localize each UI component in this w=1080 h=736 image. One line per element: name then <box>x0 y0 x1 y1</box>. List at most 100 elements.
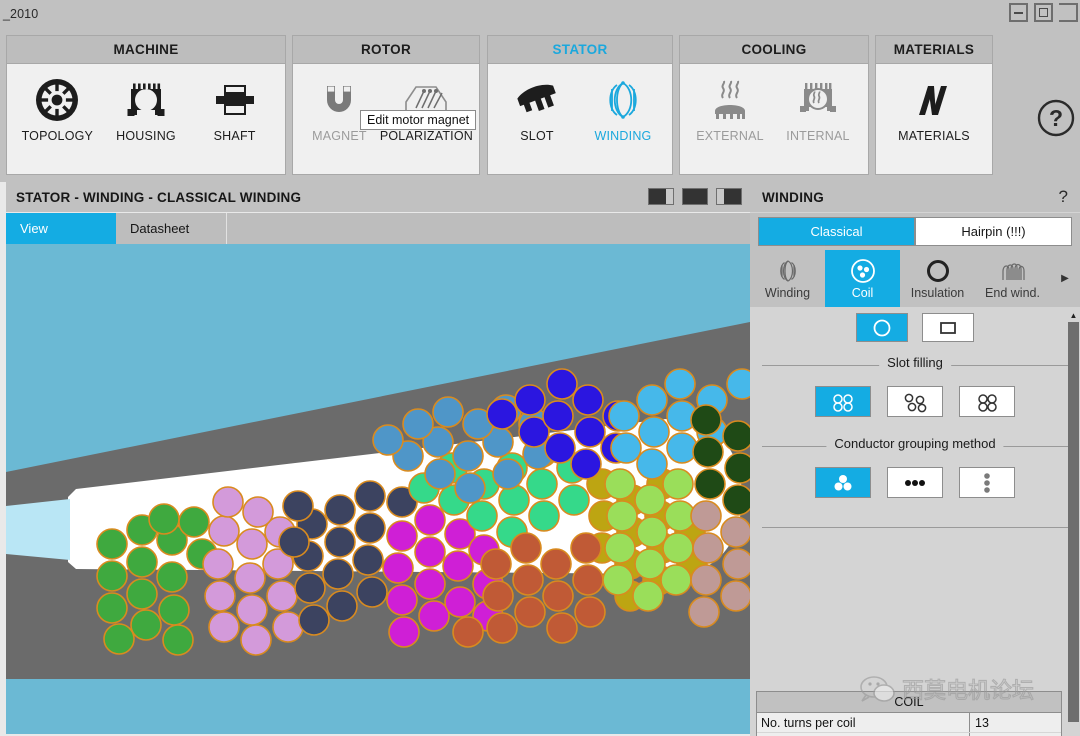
ribbon-item-shaft[interactable]: SHAFT <box>191 74 279 143</box>
question-mark-icon[interactable]: ? <box>1059 187 1068 207</box>
slot-filling-hex-button[interactable] <box>959 386 1015 417</box>
coil-table: COIL No. turns per coil 13 No. wires in … <box>756 691 1062 736</box>
ribbon-item-magnet[interactable]: MAGNET <box>299 74 380 143</box>
circle-shape-icon <box>873 319 891 336</box>
conductor-grouping-caption: Conductor grouping method <box>826 436 1004 451</box>
rectangle-shape-icon <box>940 321 956 334</box>
ribbon-item-winding[interactable]: WINDING <box>580 74 666 143</box>
grouping-cluster-button[interactable] <box>815 467 871 498</box>
ribbon-group-stator: STATOR SLOT WINDING <box>487 35 673 175</box>
coil-row-label: No. turns per coil <box>761 715 856 730</box>
water-region <box>6 679 750 734</box>
ribbon-toolbar: MACHINE TOPOLOGY HOUSING SHAFT ROTOR MAG… <box>0 28 1080 182</box>
ribbon-item-magnet-label: MAGNET <box>312 129 367 143</box>
conductor-shape-rectangle-button[interactable] <box>922 313 974 342</box>
grouping-cluster-icon <box>834 474 852 490</box>
left-pane-tabs: View Datasheet <box>6 213 750 244</box>
tab-view[interactable]: View <box>6 213 116 244</box>
close-button[interactable] <box>1059 3 1078 22</box>
dock-left-icon[interactable] <box>648 188 674 205</box>
ribbon-item-housing-label: HOUSING <box>116 129 176 143</box>
coil-table-header: COIL <box>757 692 1061 713</box>
insulation-ring-icon <box>925 257 951 285</box>
question-circle-icon: ? <box>1037 99 1075 137</box>
ribbon-item-internal-cooling-label: INTERNAL <box>786 129 850 143</box>
magnet-icon <box>317 74 361 126</box>
triangle-up-icon[interactable]: ▲ <box>1068 310 1079 321</box>
ribbon-item-housing[interactable]: HOUSING <box>102 74 190 143</box>
coil-dots-icon <box>850 257 876 285</box>
ribbon-item-slot[interactable]: SLOT <box>494 74 580 143</box>
ribbon-item-external-cooling[interactable]: EXTERNAL <box>686 74 774 143</box>
ribbon-group-stator-title: STATOR <box>488 36 672 64</box>
filling-square-packing-icon <box>833 393 853 412</box>
ribbon-group-cooling-title: COOLING <box>680 36 868 64</box>
dock-buttons <box>648 188 742 205</box>
winding-type-hairpin[interactable]: Hairpin (!!!) <box>915 217 1072 246</box>
ribbon-item-shaft-label: SHAFT <box>213 129 256 143</box>
window-controls <box>1009 3 1078 22</box>
scrollbar-thumb[interactable] <box>1068 322 1079 722</box>
sub-tab-coil[interactable]: Coil <box>825 250 900 307</box>
ribbon-item-materials[interactable]: MATERIALS <box>890 74 978 143</box>
conductor-grouping-options <box>750 467 1080 498</box>
conductor-grouping-section-header: Conductor grouping method <box>762 436 1068 453</box>
coil-row-value[interactable]: 13 <box>969 713 1061 732</box>
dock-right-icon[interactable] <box>716 188 742 205</box>
sub-tab-winding[interactable]: Winding <box>750 250 825 307</box>
ribbon-item-polarization-label: POLARIZATION <box>379 129 473 143</box>
grouping-vertical-icon <box>984 472 990 493</box>
ribbon-item-internal-cooling[interactable]: INTERNAL <box>774 74 862 143</box>
ribbon-item-topology-label: TOPOLOGY <box>21 129 94 143</box>
housing-icon <box>123 74 169 126</box>
ribbon-group-cooling: COOLING EXTERNAL INTERNAL <box>679 35 869 175</box>
sub-tab-end-winding-label: End wind. <box>985 286 1040 300</box>
shaft-icon <box>212 74 258 126</box>
sub-tab-coil-label: Coil <box>851 286 874 300</box>
winding-type-classical[interactable]: Classical <box>758 217 915 246</box>
ribbon-group-machine: MACHINE TOPOLOGY HOUSING SHAFT <box>6 35 286 175</box>
tab-datasheet[interactable]: Datasheet <box>116 213 226 244</box>
ribbon-item-polarization[interactable]: POLARIZATION <box>380 74 473 143</box>
tab-view-label: View <box>20 221 48 236</box>
end-winding-icon <box>999 257 1027 285</box>
table-row[interactable]: No. turns per coil 13 <box>757 713 1061 733</box>
chevron-right-icon[interactable]: ▶ <box>1050 250 1080 307</box>
slot-filling-options <box>750 386 1080 417</box>
ribbon-item-topology[interactable]: TOPOLOGY <box>13 74 101 143</box>
slot-icon <box>513 74 561 126</box>
slot-filling-random-button[interactable] <box>887 386 943 417</box>
right-pane-body: Slot filling Conductor grouping method C… <box>750 307 1080 736</box>
filling-random-packing-icon <box>904 393 927 412</box>
window-title-bar: _2010 <box>0 0 1080 28</box>
maximize-button[interactable] <box>1034 3 1053 22</box>
slot-filling-square-button[interactable] <box>815 386 871 417</box>
winding-sub-tabs: Winding Coil Insulation End wind. ▶ <box>750 250 1080 307</box>
external-cooling-icon <box>707 74 753 126</box>
sub-tab-end-winding[interactable]: End wind. <box>975 250 1050 307</box>
right-pane-title: WINDING <box>762 189 825 205</box>
winding-icon <box>600 74 646 126</box>
conductor-shape-circle-button[interactable] <box>856 313 908 342</box>
winding-type-hairpin-label: Hairpin (!!!) <box>961 224 1026 239</box>
sub-tab-insulation-label: Insulation <box>910 286 965 300</box>
left-pane-title: STATOR - WINDING - CLASSICAL WINDING <box>16 189 302 205</box>
winding-type-classical-label: Classical <box>810 224 863 239</box>
winding-type-selector: Classical Hairpin (!!!) <box>750 213 1080 250</box>
dock-full-icon[interactable] <box>682 188 708 205</box>
help-button[interactable]: ? <box>1034 96 1078 140</box>
right-pane: WINDING ? Classical Hairpin (!!!) Windin… <box>750 182 1080 736</box>
minimize-button[interactable] <box>1009 3 1028 22</box>
ribbon-item-winding-label: WINDING <box>594 129 652 143</box>
winding-cross-section <box>6 244 750 734</box>
grouping-horizontal-button[interactable] <box>887 467 943 498</box>
slot-wedge <box>6 499 70 560</box>
ribbon-item-slot-label: SLOT <box>520 129 554 143</box>
sub-tab-insulation[interactable]: Insulation <box>900 250 975 307</box>
slot-winding-viewport[interactable] <box>6 244 750 734</box>
grouping-vertical-button[interactable] <box>959 467 1015 498</box>
slot-filling-caption: Slot filling <box>879 355 951 370</box>
filling-hex-packing-icon <box>978 393 997 412</box>
materials-icon <box>911 74 957 126</box>
right-pane-header: WINDING ? <box>750 182 1080 212</box>
